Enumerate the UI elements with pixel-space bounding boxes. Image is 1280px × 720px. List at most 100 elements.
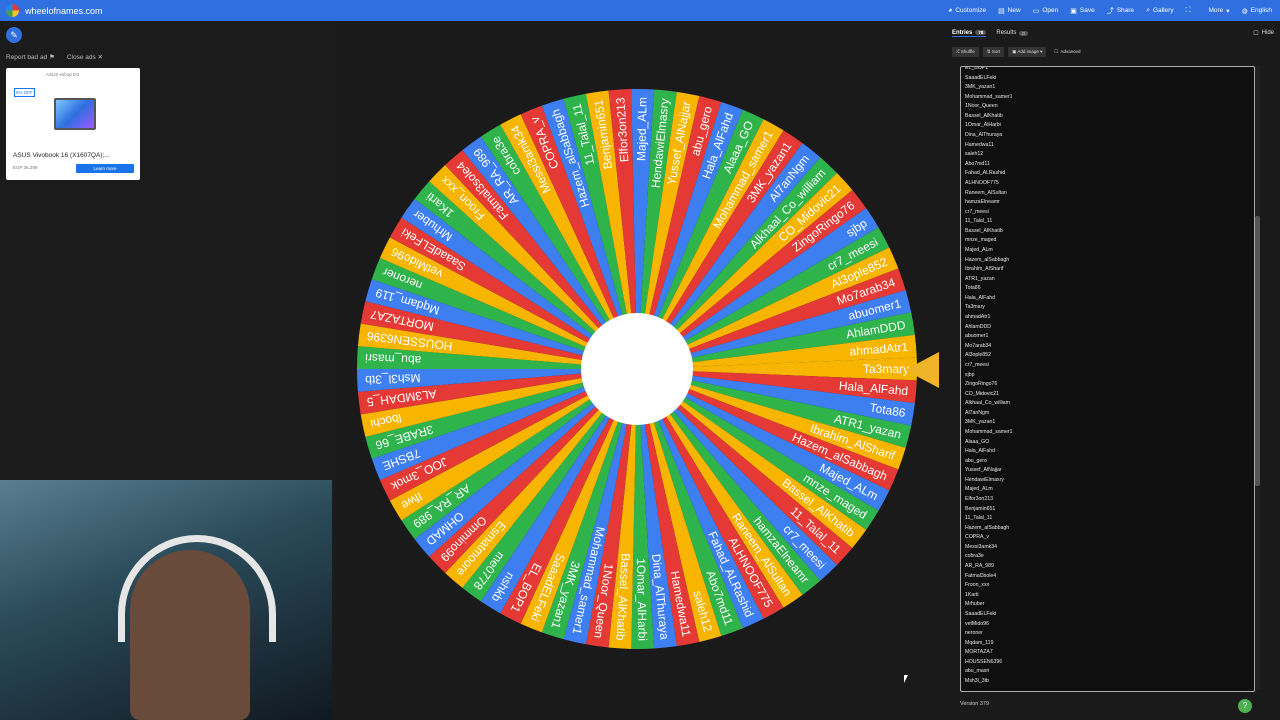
- entry-line: Hazem_alSabbagh: [965, 524, 1010, 531]
- entry-line: Ta3mary: [965, 304, 985, 311]
- top-bar: wheelofnames.com ◕ Customize ▤ New ▭ Open ▣ Sav…: [0, 0, 1280, 21]
- fullscreen-icon: ⛶: [1185, 6, 1191, 14]
- name-wheel[interactable]: Ta3maryHala_AlFahdTota86ATR1_yazanIbrahi…: [355, 87, 919, 651]
- entry-line: Elfor3on213: [965, 496, 993, 503]
- sort-button[interactable]: ⇅ Sort: [982, 47, 1005, 57]
- version-label: Version 379: [960, 701, 990, 707]
- chevron-down-icon: ▾: [1226, 7, 1230, 15]
- tab-entries[interactable]: Entries 78: [952, 30, 987, 37]
- entry-line: Hala_AlFahd: [965, 448, 995, 455]
- customize-button[interactable]: ◕ Customize: [948, 7, 986, 14]
- wheel-slice-label: Msh3l_3tb: [365, 371, 421, 387]
- open-button[interactable]: ▭ Open: [1033, 7, 1059, 15]
- entry-line: 3MK_yazan1: [965, 84, 996, 91]
- folder-open-icon: ▭: [1032, 7, 1040, 15]
- entry-line: Fatmal3sole4: [965, 572, 997, 579]
- site-logo[interactable]: wheelofnames.com: [6, 4, 103, 17]
- wheel-container[interactable]: Ta3mary Hala_AlFahd Tota86 ATR1_yazan Ibrahi…: [355, 87, 919, 651]
- entry-line: Fahad_ALRashid: [965, 170, 1006, 177]
- entry-line: Mqdam_119: [965, 639, 994, 646]
- entry-line: HOUSSEN6396: [965, 658, 1003, 665]
- entry-line: EL_BOP1: [965, 66, 989, 71]
- entry-line: AR_RA_989: [965, 563, 994, 570]
- entry-line: SaaadELFeki: [965, 610, 997, 617]
- entry-line: 1Karti: [965, 591, 979, 598]
- wheel-slice-label: Ta3mary: [863, 362, 909, 376]
- entry-line: Hala_AlFahd: [965, 294, 995, 301]
- entry-line: mnze_maged: [965, 237, 997, 244]
- panel-tabs: Entries 78 Results 0 ☐ Hide: [952, 27, 1274, 39]
- ad-price: EGP 36,299: [13, 165, 38, 170]
- ad-links: Report bad ad ⚑ Close ads ✕: [6, 53, 103, 61]
- shuffle-button[interactable]: ⤮ Shuffle: [952, 47, 979, 57]
- entry-line: 11_Talal_11: [965, 515, 993, 522]
- new-button[interactable]: ▤ New: [998, 7, 1021, 15]
- entries-panel: Entries 78 Results 0 ☐ Hide ⤮ Shuffle ⇅ So…: [952, 27, 1274, 717]
- close-ads-link[interactable]: Close ads ✕: [67, 53, 103, 61]
- entries-textarea[interactable]: EL_BOP1 SaaadELFeki 3MK_yazan1 Mohammad_sam…: [960, 66, 1255, 692]
- help-icon[interactable]: ?: [1238, 699, 1252, 713]
- entry-line: Benjamin651: [965, 505, 996, 512]
- entry-line: MORTAZA7: [965, 649, 993, 656]
- entry-line: Alkhaal_Co_william: [965, 400, 1010, 407]
- entry-line: Mo7arab34: [965, 342, 992, 349]
- webcam-overlay: [0, 480, 332, 720]
- entry-line: Alaaa_GO: [965, 438, 990, 445]
- scrollbar-thumb[interactable]: [1255, 216, 1260, 486]
- entries-scrollbar[interactable]: [1255, 66, 1260, 690]
- laptop-image: [54, 98, 96, 130]
- entry-line: 3MK_yazan1: [965, 419, 996, 426]
- fullscreen-button[interactable]: ⛶: [1186, 7, 1194, 15]
- share-icon: ⤴: [1106, 7, 1114, 15]
- entry-line: Mrhuber: [965, 601, 985, 608]
- entry-line: saleh12: [965, 151, 984, 158]
- entry-line: COPRA_v: [965, 534, 989, 541]
- ad-banner[interactable]: ASUS eshop EG 5% OFF ASUS Vivobook 16 (X…: [6, 68, 140, 180]
- entry-line: Msh3l_3tb: [965, 678, 989, 684]
- globe-icon: ◍: [1241, 7, 1248, 15]
- tab-results[interactable]: Results 0: [996, 30, 1028, 36]
- mouse-cursor-icon: [904, 675, 912, 683]
- ad-sale-badge: 5% OFF: [14, 88, 35, 97]
- advanced-checkbox[interactable]: ☐ Advanced: [1050, 47, 1084, 57]
- entry-line: abuomer1: [965, 333, 989, 340]
- entry-line: ALHNOOF775: [965, 179, 999, 186]
- edit-pencil-button[interactable]: ✎: [6, 27, 22, 43]
- palette-icon: ◕: [948, 7, 953, 14]
- entry-actions: ⤮ Shuffle ⇅ Sort ▣ Add image ▾ ☐ Advance…: [952, 47, 1274, 57]
- entry-line: Bassel_AlKhatib: [965, 112, 1003, 119]
- more-button[interactable]: More ▾: [1205, 7, 1229, 15]
- add-image-button[interactable]: ▣ Add image ▾: [1008, 47, 1047, 57]
- share-button[interactable]: ⤴ Share: [1107, 6, 1134, 16]
- entries-list: EL_BOP1 SaaadELFeki 3MK_yazan1 Mohammad_sam…: [961, 66, 1254, 687]
- entry-line: cobra3e: [965, 553, 984, 560]
- results-count: 0: [1019, 30, 1028, 36]
- wheel-center[interactable]: [581, 313, 693, 425]
- site-title: wheelofnames.com: [25, 5, 103, 16]
- save-button[interactable]: ▣ Save: [1070, 7, 1094, 15]
- entry-line: Majed_ALm: [965, 246, 993, 253]
- entry-line: Froon_xxx: [965, 582, 990, 589]
- entry-line: sjbp: [965, 371, 975, 378]
- entry-line: Hazem_alSabbagh: [965, 256, 1010, 263]
- entry-line: Majed_ALm: [965, 486, 993, 493]
- entry-line: Ibrahim_AlSharif: [965, 266, 1004, 273]
- entry-line: ZingoRingo76: [965, 381, 998, 388]
- entry-line: neroner: [965, 630, 983, 637]
- entry-line: 1Omar_AlHarbi: [965, 122, 1001, 129]
- report-ad-link[interactable]: Report bad ad ⚑: [6, 53, 55, 61]
- english-button[interactable]: ◍ English: [1242, 7, 1272, 15]
- wheel-logo-icon: [6, 4, 19, 17]
- entry-line: Al7anNgm: [965, 409, 990, 416]
- wheel-slice-label: Majed_ALm: [634, 97, 649, 161]
- entry-line: Hamedwa11: [965, 141, 994, 148]
- entry-line: Bassel_AlKhatib: [965, 227, 1003, 234]
- gallery-button[interactable]: ⌕ Gallery: [1146, 7, 1174, 15]
- hide-toggle[interactable]: ☐ Hide: [1253, 30, 1274, 37]
- new-file-icon: ▤: [998, 7, 1005, 15]
- entry-line: Yussef_AlNajjar: [965, 467, 1002, 474]
- wheel-pointer-icon: [905, 352, 939, 388]
- ad-brand: ASUS eshop EG: [46, 72, 80, 77]
- entry-line: hamzaElneamr: [965, 199, 1000, 206]
- learn-more-button[interactable]: Learn more: [76, 164, 134, 173]
